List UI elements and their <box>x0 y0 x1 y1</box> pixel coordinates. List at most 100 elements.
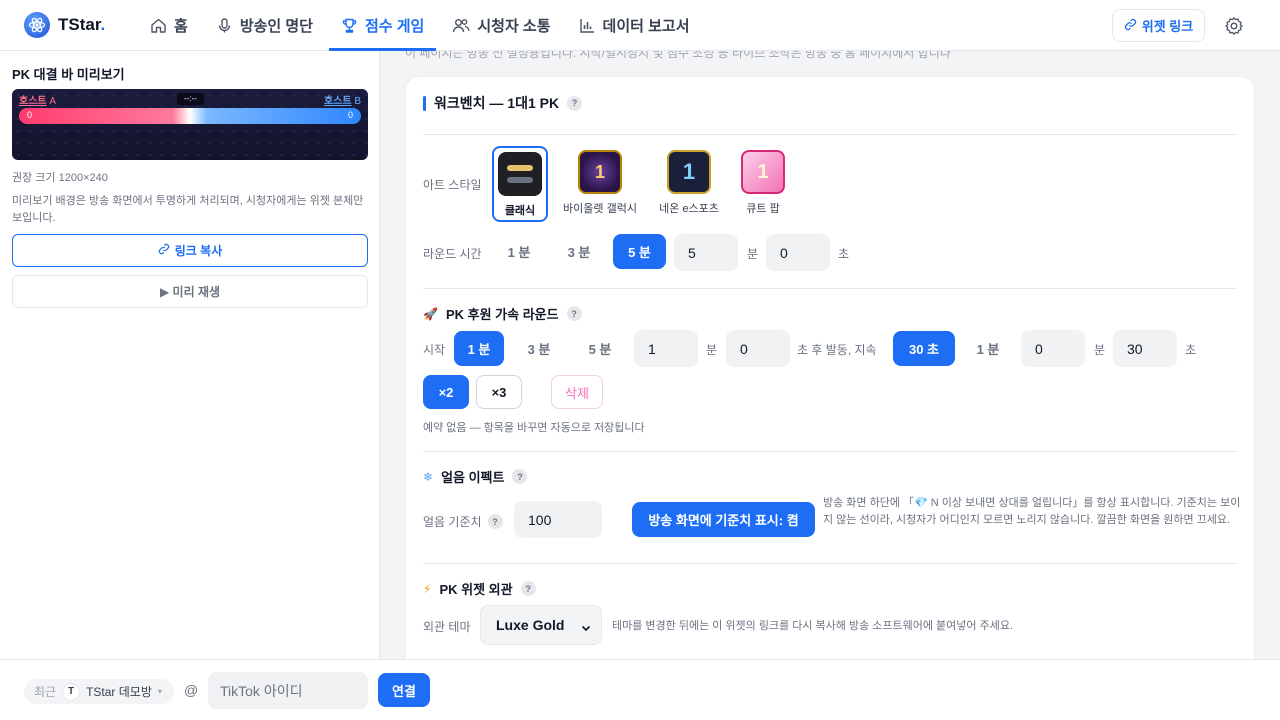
recommended-size: 권장 크기 1200×240 <box>12 172 108 184</box>
preview-panel: PK 대결 바 미리보기 호스트 A --:-- 호스트 B 0 0 권장 크기… <box>0 51 380 659</box>
mic-icon <box>216 17 233 34</box>
snowflake-icon: ❄ <box>423 469 434 484</box>
art-style-label: 아트 스타일 <box>423 178 482 192</box>
theme-note: 테마를 변경한 뒤에는 이 위젯의 링크를 다시 복사해 방송 소프트웨어에 붙… <box>612 620 1013 632</box>
recent-room-name: TStar 데모방 <box>86 685 152 699</box>
home-icon <box>150 17 167 34</box>
round-seconds-input[interactable]: 0 <box>766 234 830 271</box>
at-symbol: @ <box>184 682 199 698</box>
nav-broadcasters-label: 방송인 명단 <box>239 17 313 35</box>
nav-reports-label: 데이터 보고서 <box>602 17 690 35</box>
ice-display-toggle[interactable]: 방송 화면에 기준치 표시: 켬 <box>632 502 815 537</box>
unit-min: 분 <box>1094 343 1106 357</box>
lightning-icon: ⚡ <box>423 581 432 596</box>
classic-thumb <box>498 152 542 196</box>
unit-sec: 초 <box>1185 343 1197 357</box>
nav-viewers[interactable]: 시청자 소통 <box>438 0 564 51</box>
preview-title: PK 대결 바 미리보기 <box>12 67 125 82</box>
round-time-label: 라운드 시간 <box>423 247 482 261</box>
recent-label: 최근 <box>34 685 57 699</box>
avatar: T <box>62 682 81 701</box>
start-3min[interactable]: 3 분 <box>517 331 561 366</box>
delete-button[interactable]: 삭제 <box>551 375 603 409</box>
start-5min[interactable]: 5 분 <box>578 331 622 366</box>
preview-play-label: ▶ 미리 재생 <box>159 285 221 299</box>
boost-title-text: PK 후원 가속 라운드 <box>445 307 559 322</box>
art-style-neon-esports[interactable]: 1 네온 e스포츠 <box>659 150 719 216</box>
unit-min: 분 <box>747 247 759 261</box>
unit-sec: 초 <box>838 247 850 261</box>
round-3min[interactable]: 3 분 <box>557 234 601 269</box>
link-icon <box>1124 18 1137 34</box>
page-note: 이 페이지는 방송 전 설정용입니다. 시작/일시정지 및 점수 조정 등 라이… <box>405 51 951 60</box>
nav-score-game-label: 점수 게임 <box>364 17 425 35</box>
copy-link-label: 링크 복사 <box>174 244 223 258</box>
ice-title-text: 얼음 이펙트 <box>441 470 505 485</box>
theme-select[interactable]: Luxe Gold <box>480 605 602 645</box>
start-minutes-input[interactable]: 1 <box>634 330 698 367</box>
ice-title: ❄ 얼음 이펙트 ? <box>423 467 528 486</box>
connect-bar: 최근 T TStar 데모방 ▾ @ 연결 <box>0 659 1280 720</box>
violet-thumb: 1 <box>578 150 622 194</box>
duration-minutes-input[interactable]: 0 <box>1021 330 1085 367</box>
divider <box>423 134 1237 135</box>
score-b: 0 <box>347 110 353 120</box>
host-b-label: 호스트 B <box>323 96 361 107</box>
caret-down-icon: ▾ <box>157 687 162 696</box>
round-minutes-input[interactable]: 5 <box>674 234 738 271</box>
art-style-classic[interactable]: 클래식 <box>492 146 548 222</box>
ice-threshold-input[interactable]: 100 <box>514 501 602 538</box>
help-icon[interactable]: ? <box>566 306 582 321</box>
nav-reports[interactable]: 데이터 보고서 <box>565 0 704 51</box>
start-seconds-input[interactable]: 0 <box>726 330 790 367</box>
appearance-title-text: PK 위젯 외관 <box>439 582 513 597</box>
help-icon[interactable]: ? <box>512 469 528 484</box>
ice-threshold-text: 얼음 기준치 <box>423 515 482 529</box>
duration-1min[interactable]: 1 분 <box>966 331 1010 366</box>
recent-room-select[interactable]: 최근 T TStar 데모방 ▾ <box>24 679 174 704</box>
users-icon <box>452 17 470 34</box>
start-1min[interactable]: 1 분 <box>454 331 504 366</box>
workbench-title-text: 워크벤치 — 1대1 PK <box>434 95 560 111</box>
nav-broadcasters[interactable]: 방송인 명단 <box>202 0 327 51</box>
art-style-violet-galaxy[interactable]: 1 바이올렛 갤럭시 <box>563 150 637 216</box>
rocket-icon: 🚀 <box>423 306 438 321</box>
pk-timer: --:-- <box>177 93 204 105</box>
unit-min: 분 <box>706 343 718 357</box>
multiplier-x2[interactable]: ×2 <box>423 375 469 409</box>
settings-area[interactable]: 이 페이지는 방송 전 설정용입니다. 시작/일시정지 및 점수 조정 등 라이… <box>380 51 1280 659</box>
help-icon[interactable]: ? <box>487 514 503 529</box>
duration-30s[interactable]: 30 초 <box>893 331 955 366</box>
preview-play-button[interactable]: ▶ 미리 재생 <box>12 275 368 308</box>
top-bar: TStar. 홈 방송인 명단 점수 게임 시청자 소통 데이터 보고서 위젯 … <box>0 0 1280 51</box>
round-1min[interactable]: 1 분 <box>497 234 541 269</box>
nav-home[interactable]: 홈 <box>136 0 202 51</box>
widget-link-button[interactable]: 위젯 링크 <box>1112 9 1205 42</box>
multiplier-x3[interactable]: ×3 <box>476 375 522 409</box>
help-icon[interactable]: ? <box>520 581 536 596</box>
pk-score-bar: 0 0 <box>19 108 361 124</box>
nav-score-game[interactable]: 점수 게임 <box>327 0 438 51</box>
preview-description: 미리보기 배경은 방송 화면에서 투명하게 처리되며, 시청자에게는 위젯 본체… <box>12 195 364 224</box>
boost-title: 🚀 PK 후원 가속 라운드 ? <box>423 304 582 323</box>
nav-home-label: 홈 <box>174 17 188 35</box>
atom-logo-icon <box>24 12 50 38</box>
link-icon <box>158 243 170 258</box>
after-text: 초 후 발동, 지속 <box>797 343 877 357</box>
help-icon[interactable]: ? <box>567 95 583 111</box>
art-style-name: 큐트 팝 <box>746 203 780 215</box>
workbench-title: 워크벤치 — 1대1 PK ? <box>423 93 583 113</box>
cute-thumb: 1 <box>741 150 785 194</box>
gear-icon[interactable] <box>1224 16 1244 39</box>
duration-seconds-input[interactable]: 30 <box>1113 330 1177 367</box>
connect-button[interactable]: 연결 <box>378 673 430 707</box>
round-5min[interactable]: 5 분 <box>613 234 666 269</box>
art-style-cute-pop[interactable]: 1 큐트 팝 <box>735 150 791 216</box>
chevron-down-icon <box>581 620 591 636</box>
main-nav: 홈 방송인 명단 점수 게임 시청자 소통 데이터 보고서 <box>136 0 704 51</box>
app-logo[interactable]: TStar. <box>24 12 136 38</box>
workbench-card: 워크벤치 — 1대1 PK ? 아트 스타일 클래식 1 바이올렛 갤럭시 1 … <box>405 76 1255 659</box>
tiktok-id-input[interactable] <box>208 672 368 709</box>
copy-link-button[interactable]: 링크 복사 <box>12 234 368 267</box>
app-name: TStar. <box>58 15 106 34</box>
